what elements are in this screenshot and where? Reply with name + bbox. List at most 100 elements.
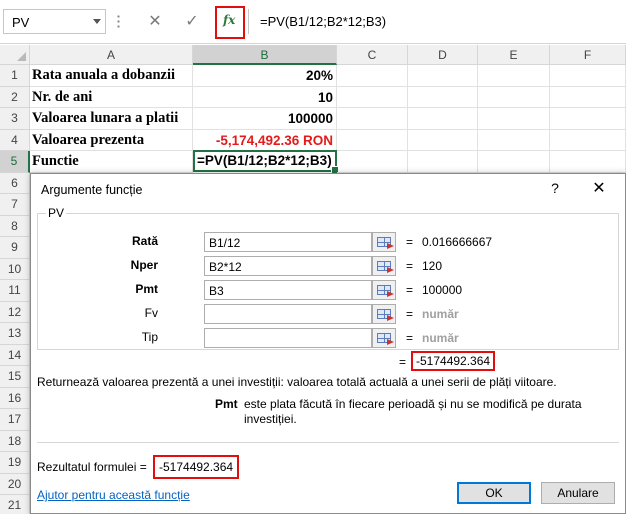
range-select-button[interactable]: [372, 256, 396, 276]
cell-b3[interactable]: 100000: [193, 108, 337, 130]
row-header[interactable]: 11: [0, 280, 30, 302]
function-help-link[interactable]: Ajutor pentru această funcție: [37, 488, 190, 502]
cancel-button[interactable]: Anulare: [541, 482, 615, 504]
formula-result-value: -5174492.364: [153, 455, 240, 479]
pmt-input[interactable]: B3: [204, 280, 372, 300]
cell-a4[interactable]: Valoarea prezenta: [30, 129, 193, 151]
grid-cell[interactable]: [408, 129, 478, 151]
row-header[interactable]: 20: [0, 473, 30, 495]
chevron-down-icon[interactable]: [93, 19, 101, 24]
grid-cell[interactable]: [337, 65, 408, 87]
cell-a3[interactable]: Valoarea lunara a platii: [30, 108, 193, 130]
help-icon[interactable]: ?: [545, 180, 565, 196]
column-header-d[interactable]: D: [408, 45, 478, 65]
arg-label-nper: Nper: [130, 258, 158, 272]
fv-input[interactable]: [204, 304, 372, 324]
grid-cell[interactable]: [478, 151, 550, 173]
grid-cell[interactable]: [550, 151, 626, 173]
drag-handle-icon[interactable]: [117, 14, 120, 30]
grid-cell[interactable]: [337, 108, 408, 130]
row-header[interactable]: 4: [0, 129, 30, 151]
range-select-button[interactable]: [372, 304, 396, 324]
arg-label-pmt: Pmt: [135, 282, 158, 296]
column-header-b[interactable]: B: [193, 45, 337, 65]
row-header[interactable]: 8: [0, 215, 30, 237]
row-header[interactable]: 16: [0, 387, 30, 409]
column-header-e[interactable]: E: [478, 45, 550, 65]
formula-text: =PV(B1/12;B2*12;B3): [260, 14, 387, 29]
cell-b1[interactable]: 20%: [193, 65, 337, 87]
row-header[interactable]: 21: [0, 495, 30, 514]
arg-label-fv: Fv: [144, 306, 158, 320]
row-header[interactable]: 13: [0, 323, 30, 345]
row-header[interactable]: 9: [0, 237, 30, 259]
column-header-c[interactable]: C: [337, 45, 408, 65]
row-header[interactable]: 6: [0, 172, 30, 194]
cell-a2[interactable]: Nr. de ani: [30, 86, 193, 108]
arg-label-rate: Rată: [131, 234, 158, 248]
function-arguments-dialog: Argumente funcție ? ✕ PV Rată B1/12 = 0.…: [30, 173, 626, 514]
formula-input[interactable]: =PV(B1/12;B2*12;B3): [248, 9, 626, 34]
insert-function-button[interactable]: fx: [215, 6, 245, 39]
column-header-f[interactable]: F: [550, 45, 626, 65]
grid-cell[interactable]: [478, 108, 550, 130]
grid-cell[interactable]: [550, 129, 626, 151]
equals-sign: =: [406, 307, 414, 321]
ok-button[interactable]: OK: [457, 482, 531, 504]
row-header[interactable]: 18: [0, 430, 30, 452]
dialog-title: Argumente funcție: [41, 183, 143, 197]
grid-cell[interactable]: [550, 65, 626, 87]
fv-result: număr: [422, 307, 459, 321]
rate-result: 0.016666667: [422, 235, 493, 249]
cell-b4[interactable]: -5,174,492.36 RON: [193, 129, 337, 151]
grid-cell[interactable]: [478, 65, 550, 87]
function-result-value: -5174492.364: [411, 351, 496, 371]
active-cell-b5[interactable]: =PV(B1/12;B2*12;B3): [193, 150, 339, 174]
nper-result: 120: [422, 259, 443, 273]
cell-b2[interactable]: 10: [193, 86, 337, 108]
cancel-formula-button[interactable]: ✕: [144, 11, 166, 33]
function-name: PV: [46, 206, 67, 220]
nper-input[interactable]: B2*12: [204, 256, 372, 276]
cell-a1[interactable]: Rata anuala a dobanzii: [30, 65, 193, 87]
type-result: număr: [422, 331, 459, 345]
select-all-corner[interactable]: [0, 45, 30, 65]
equals-sign: =: [406, 235, 414, 249]
grid-cell[interactable]: [337, 129, 408, 151]
close-icon[interactable]: ✕: [587, 178, 611, 200]
grid-cell[interactable]: [478, 129, 550, 151]
rate-input[interactable]: B1/12: [204, 232, 372, 252]
fx-icon: fx: [223, 13, 236, 27]
range-select-button[interactable]: [372, 328, 396, 348]
grid-cell[interactable]: [337, 86, 408, 108]
type-input[interactable]: [204, 328, 372, 348]
grid-cell[interactable]: [408, 86, 478, 108]
row-header[interactable]: 15: [0, 366, 30, 388]
row-header[interactable]: 10: [0, 258, 30, 280]
row-header[interactable]: 5: [0, 151, 30, 173]
row-header[interactable]: 2: [0, 86, 30, 108]
grid-cell[interactable]: [337, 151, 408, 173]
name-box[interactable]: PV: [3, 9, 106, 34]
row-header[interactable]: 1: [0, 65, 30, 87]
range-select-button[interactable]: [372, 232, 396, 252]
column-header-a[interactable]: A: [30, 45, 193, 65]
row-header[interactable]: 14: [0, 344, 30, 366]
row-header[interactable]: 17: [0, 409, 30, 431]
grid-cell[interactable]: [408, 108, 478, 130]
row-header[interactable]: 7: [0, 194, 30, 216]
grid-cell[interactable]: [550, 86, 626, 108]
current-arg-name: Pmt: [215, 397, 238, 411]
grid-cell[interactable]: [550, 108, 626, 130]
row-header[interactable]: 19: [0, 452, 30, 474]
row-header[interactable]: 12: [0, 301, 30, 323]
row-header[interactable]: 3: [0, 108, 30, 130]
grid-cell[interactable]: [408, 65, 478, 87]
equals-sign: =: [406, 283, 414, 297]
grid-cell[interactable]: [408, 151, 478, 173]
range-select-button[interactable]: [372, 280, 396, 300]
grid-cell[interactable]: [478, 86, 550, 108]
enter-formula-button[interactable]: ✓: [181, 11, 203, 33]
arg-label-type: Tip: [141, 330, 158, 344]
cell-a5[interactable]: Functie: [30, 151, 193, 173]
